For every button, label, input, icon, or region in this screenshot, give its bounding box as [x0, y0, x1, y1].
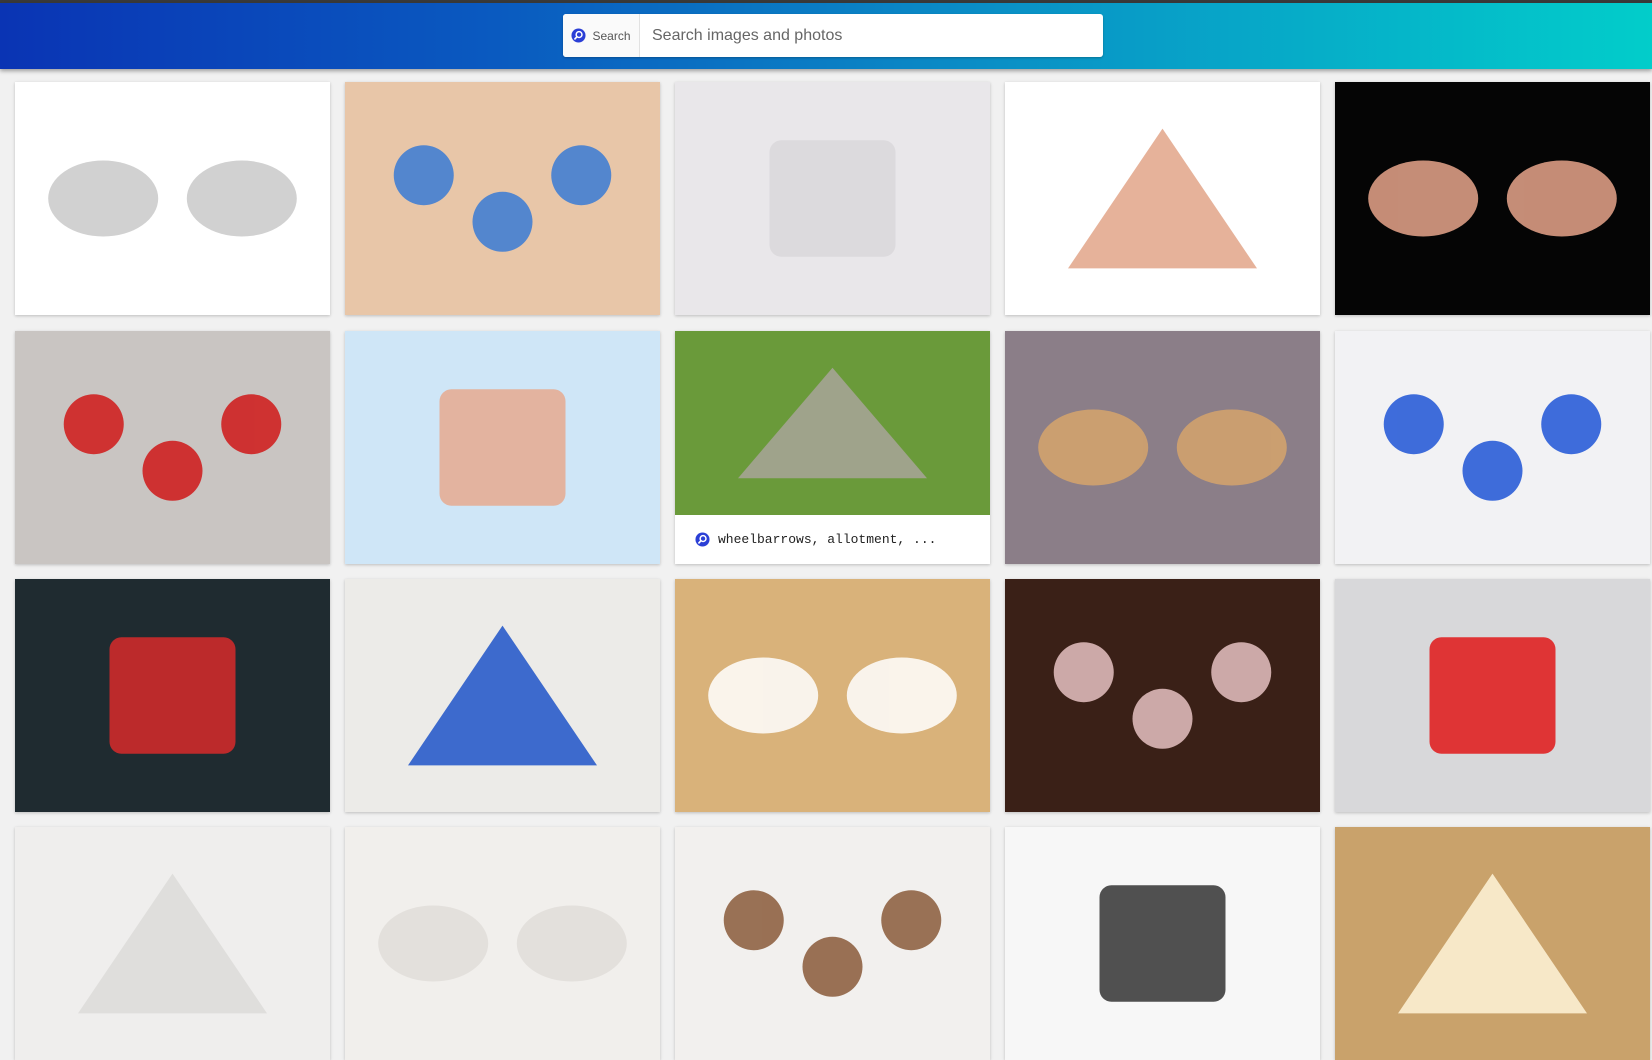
image-thumbnail — [1335, 82, 1650, 315]
image-thumbnail — [1005, 331, 1320, 564]
image-result-red-hearts[interactable] — [15, 331, 330, 564]
image-thumbnail — [15, 579, 330, 812]
image-result-hands-puzzle-black[interactable] — [1335, 82, 1650, 315]
search-logo-icon — [571, 28, 587, 43]
image-result-wooden-mannequins[interactable] — [1005, 331, 1320, 564]
search-label: Search — [592, 28, 631, 43]
image-thumbnail — [15, 82, 330, 315]
image-thumbnail — [1335, 579, 1650, 812]
search-bar[interactable]: Search — [563, 14, 1103, 57]
image-result-white-puzzle-closeup[interactable] — [675, 82, 990, 315]
image-tags-caption[interactable]: wheelbarrows, allotment, ... — [675, 515, 990, 564]
caption-text: wheelbarrows, allotment, ... — [718, 532, 937, 547]
image-thumbnail — [675, 827, 990, 1060]
image-result-stacked-hands-colorful[interactable] — [345, 82, 660, 315]
image-result-hands-puzzle-color[interactable] — [1005, 82, 1320, 315]
image-result-lightbulb-puzzle[interactable] — [1335, 827, 1650, 1060]
image-thumbnail — [675, 82, 990, 315]
search-input[interactable] — [640, 15, 1103, 56]
image-thumbnail — [345, 579, 660, 812]
image-result-laptop-screen[interactable] — [1005, 827, 1320, 1060]
search-scope-label[interactable]: Search — [563, 14, 640, 57]
image-thumbnail — [1335, 331, 1650, 564]
image-thumbnail — [15, 827, 330, 1060]
image-thumbnail — [15, 331, 330, 564]
image-result-blue-yellow-figures-puzzle[interactable] — [1335, 331, 1650, 564]
image-thumbnail — [675, 579, 990, 812]
image-result-white-puzzle-row4-1[interactable] — [15, 827, 330, 1060]
image-thumbnail — [345, 827, 660, 1060]
image-result-blue-figure-puzzle[interactable] — [345, 579, 660, 812]
image-result-ladybugs-tic-tac-toe[interactable] — [15, 579, 330, 812]
app-header: Search — [0, 3, 1652, 69]
image-thumbnail — [1335, 827, 1650, 1060]
image-result-hands-puzzle-blue[interactable] — [345, 331, 660, 564]
image-result-scattered-puzzle-pieces[interactable] — [1005, 579, 1320, 812]
image-result-wooden-puzzle-piece[interactable] — [675, 579, 990, 812]
image-thumbnail — [1005, 827, 1320, 1060]
search-logo-icon — [695, 532, 710, 547]
image-result-keyhole-puzzle[interactable] — [675, 827, 990, 1060]
image-result-white-puzzle-row4-2[interactable] — [345, 827, 660, 1060]
image-thumbnail — [345, 331, 660, 564]
image-result-red-dice-ladybugs[interactable] — [1335, 579, 1650, 812]
image-result-hands-puzzle-gray[interactable] — [15, 82, 330, 315]
image-thumbnail — [1005, 579, 1320, 812]
image-thumbnail — [345, 82, 660, 315]
image-result-garden-path[interactable]: wheelbarrows, allotment, ... — [675, 331, 990, 564]
image-thumbnail — [1005, 82, 1320, 315]
